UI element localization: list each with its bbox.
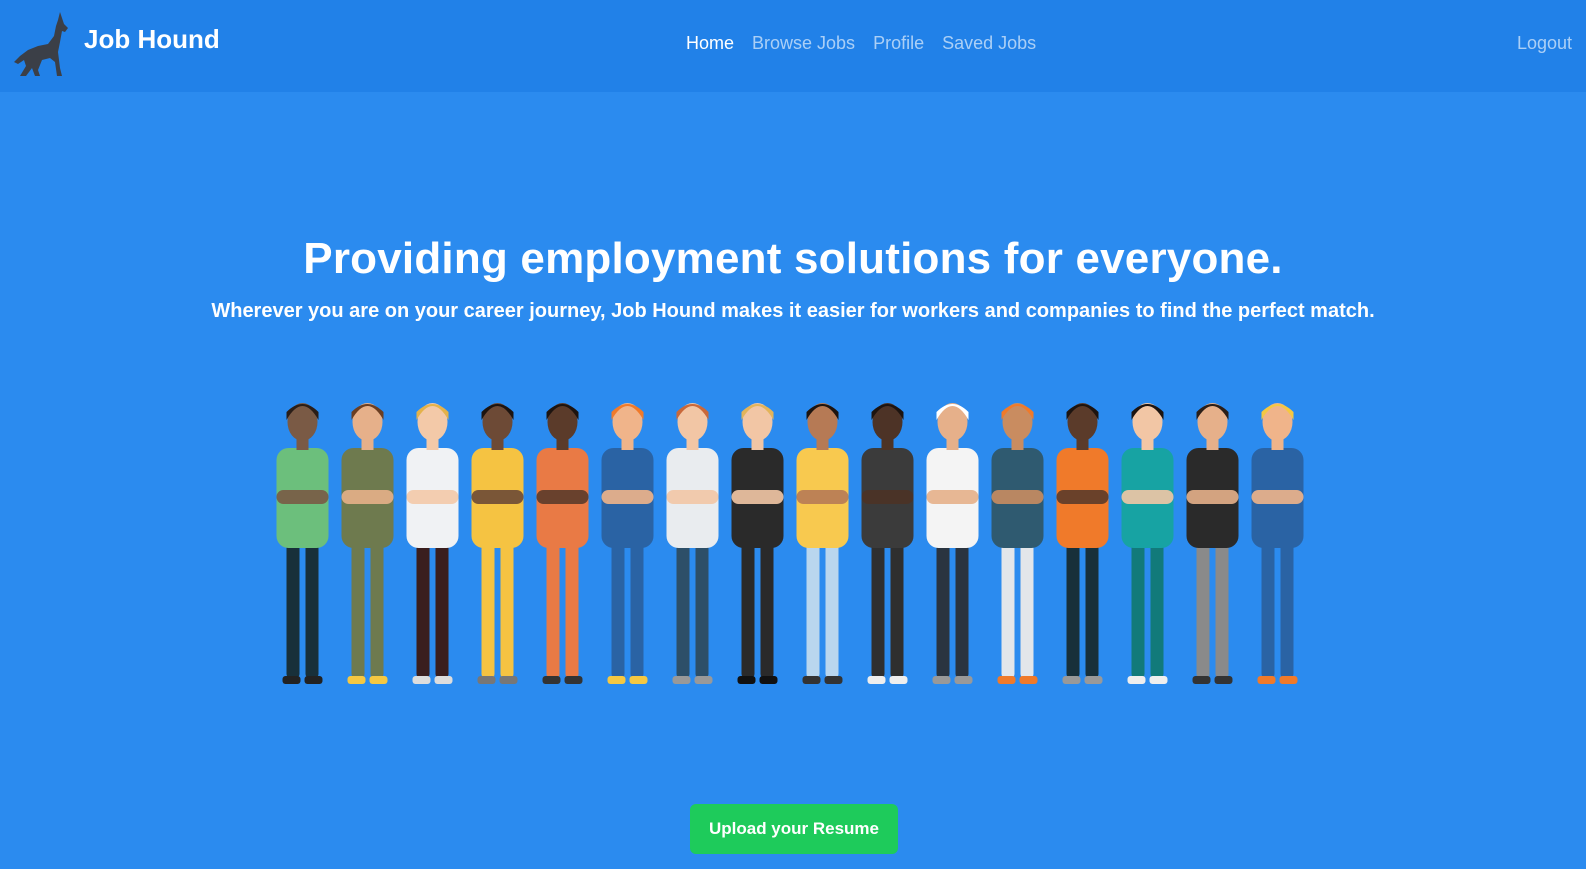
nav-home[interactable]: Home xyxy=(686,33,734,54)
worker-figure xyxy=(1186,403,1239,684)
worker-figure xyxy=(536,403,589,684)
worker-figure xyxy=(406,403,459,684)
nav-profile[interactable]: Profile xyxy=(873,33,924,54)
workers-illustration xyxy=(276,403,1304,684)
worker-figure xyxy=(731,403,784,684)
worker-figure xyxy=(1251,403,1304,684)
worker-figure xyxy=(991,403,1044,684)
worker-figure xyxy=(341,403,394,684)
hero-title: Providing employment solutions for every… xyxy=(303,234,1283,283)
worker-figure xyxy=(796,403,849,684)
howling-wolf-icon xyxy=(14,12,68,76)
logout-link[interactable]: Logout xyxy=(1517,33,1572,54)
brand-link[interactable]: Job Hound xyxy=(10,10,220,80)
worker-figure xyxy=(276,403,329,684)
worker-figure xyxy=(666,403,719,684)
worker-figure xyxy=(471,403,524,684)
worker-figure xyxy=(926,403,979,684)
hero-subtitle: Wherever you are on your career journey,… xyxy=(211,300,1375,322)
worker-figure xyxy=(1056,403,1109,684)
main-nav: Home Browse Jobs Profile Saved Jobs xyxy=(686,33,1054,54)
nav-browse-jobs[interactable]: Browse Jobs xyxy=(752,33,855,54)
worker-figure xyxy=(1121,403,1174,684)
nav-saved-jobs[interactable]: Saved Jobs xyxy=(942,33,1036,54)
brand-name: Job Hound xyxy=(84,24,220,54)
upload-resume-button[interactable]: Upload your Resume xyxy=(690,804,898,854)
navbar: Job Hound Home Browse Jobs Profile Saved… xyxy=(0,0,1586,92)
worker-figure xyxy=(601,403,654,684)
worker-figure xyxy=(861,403,914,684)
